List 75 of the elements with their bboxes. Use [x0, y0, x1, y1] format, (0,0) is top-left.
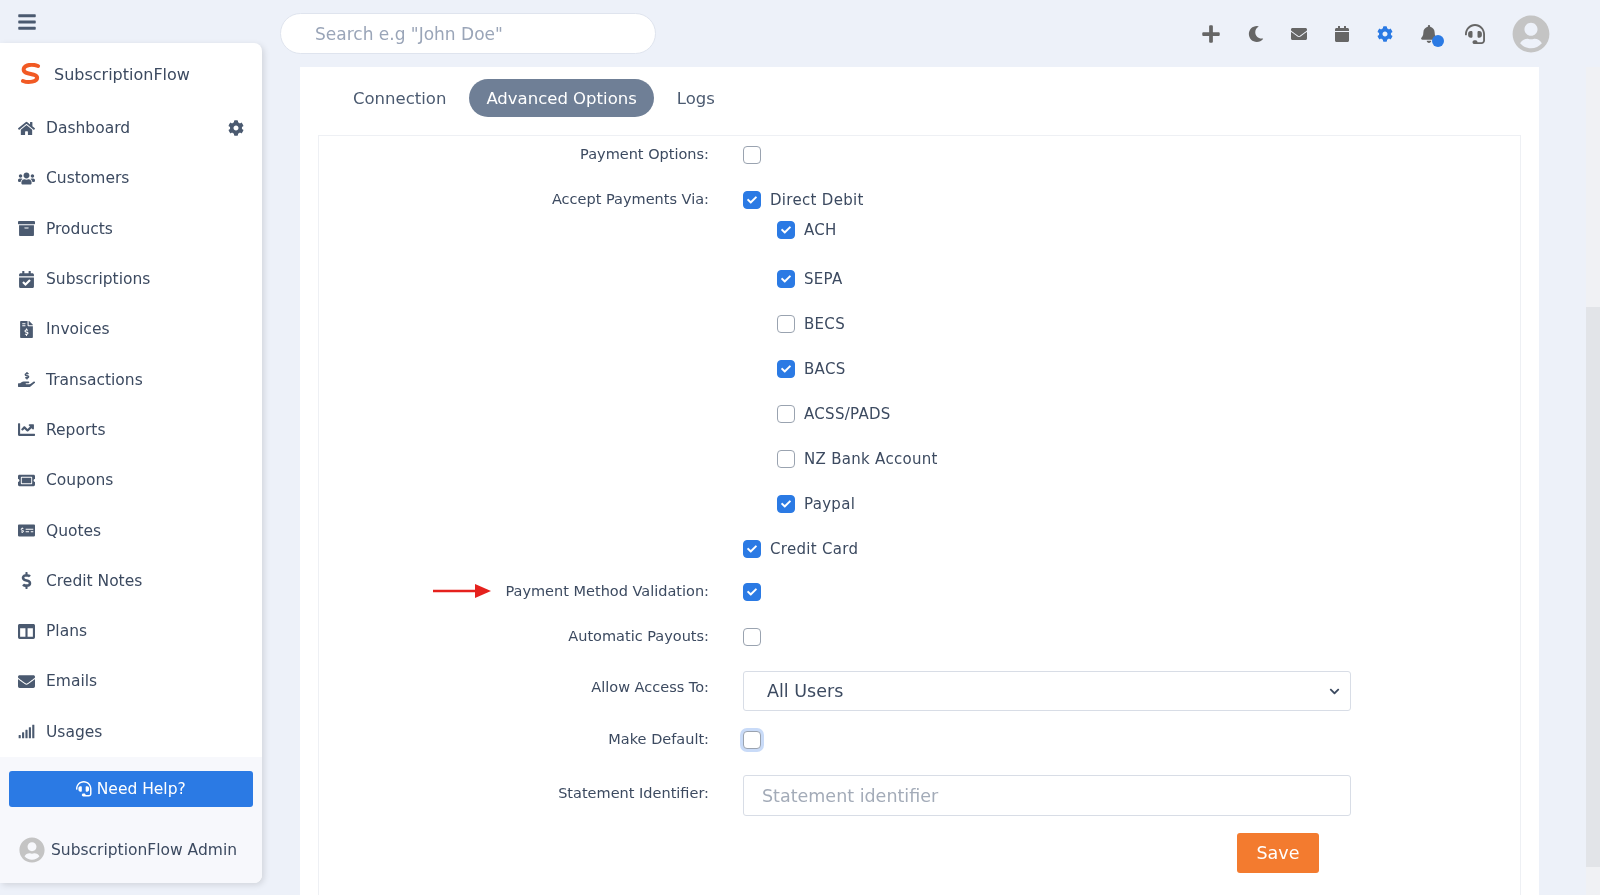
- field-label: Accept Payments Via:: [551, 191, 709, 207]
- field-label: Automatic Payouts:: [568, 628, 709, 644]
- checkbox[interactable]: [777, 221, 795, 239]
- sidebar-item[interactable]: Plans: [0, 605, 262, 657]
- envelope-icon: [18, 672, 38, 690]
- box-icon: [18, 220, 38, 238]
- field-label: Allow Access To:: [591, 679, 709, 695]
- sidebar-item[interactable]: Reports: [0, 404, 262, 456]
- tab[interactable]: Logs: [659, 79, 732, 117]
- tab[interactable]: Connection: [336, 79, 464, 117]
- checkbox-label: Direct Debit: [770, 191, 864, 209]
- check-icon: [747, 195, 757, 205]
- bell-icon[interactable]: [1420, 24, 1438, 43]
- tab[interactable]: Advanced Options: [469, 79, 654, 117]
- search-field[interactable]: Search e.g "John Doe": [280, 13, 656, 54]
- checkbox-label: BECS: [804, 314, 845, 333]
- check-icon: [747, 587, 757, 597]
- card-icon: [18, 522, 38, 539]
- checkbox[interactable]: [743, 191, 761, 209]
- sidebar-item[interactable]: Subscriptions: [0, 253, 262, 305]
- checkbox[interactable]: [777, 494, 795, 513]
- avatar-icon: [19, 837, 45, 863]
- checkbox[interactable]: [743, 146, 761, 164]
- sidebar-item[interactable]: Invoices: [0, 304, 262, 355]
- checkbox[interactable]: [743, 628, 761, 646]
- need-help-button[interactable]: Need Help?: [9, 771, 253, 807]
- checkbox-label: ACH: [804, 221, 837, 239]
- sidebar-item[interactable]: Dashboard: [0, 103, 262, 154]
- check-icon: [781, 498, 791, 509]
- access-select[interactable]: All Users: [743, 671, 1351, 711]
- field-label: Make Default:: [608, 731, 709, 747]
- settings-icon[interactable]: [228, 120, 244, 137]
- checkbox[interactable]: [743, 540, 761, 558]
- checkbox-label: SEPA: [804, 269, 843, 288]
- check-icon: [747, 544, 757, 554]
- sidebar-item[interactable]: Coupons: [0, 455, 262, 506]
- sidebar-item[interactable]: Emails: [0, 656, 262, 707]
- field-label: Payment Options:: [580, 146, 709, 162]
- brand-name: SubscriptionFlow: [54, 64, 190, 84]
- checkbox[interactable]: [777, 449, 795, 468]
- check-icon: [781, 273, 791, 284]
- plus-icon[interactable]: [1201, 23, 1221, 44]
- mail-icon[interactable]: [1291, 25, 1307, 42]
- user-name: SubscriptionFlow Admin: [51, 841, 237, 859]
- house-icon: [18, 119, 38, 137]
- sidebar-item[interactable]: Customers: [0, 153, 262, 204]
- line-chart-icon: [18, 421, 38, 439]
- field-label: Payment Method Validation:: [505, 583, 709, 599]
- headset-icon[interactable]: [1465, 23, 1485, 44]
- checkbox-label: Credit Card: [770, 540, 859, 558]
- checkbox[interactable]: [777, 314, 795, 333]
- settings-icon[interactable]: [1377, 25, 1393, 42]
- check-icon: [781, 363, 791, 374]
- calendar-icon[interactable]: [1334, 25, 1350, 42]
- statement-identifier-field[interactable]: Statement identifier: [743, 775, 1351, 816]
- checkbox[interactable]: [743, 583, 761, 601]
- check-icon: [781, 225, 791, 235]
- sidebar-item[interactable]: Quotes: [0, 505, 262, 556]
- checkbox-label: Paypal: [804, 494, 856, 513]
- sidebar-item[interactable]: Products: [0, 203, 262, 254]
- headset-icon: [76, 781, 92, 797]
- menu-icon[interactable]: [17, 11, 37, 32]
- checkbox-label: BACS: [804, 359, 846, 378]
- checkbox[interactable]: [777, 269, 795, 288]
- checkbox-label: NZ Bank Account: [804, 449, 938, 468]
- sidebar-item[interactable]: Transactions: [0, 354, 262, 405]
- checkbox[interactable]: [777, 404, 795, 423]
- hand-coin-icon: [18, 371, 38, 389]
- checkbox-label: ACSS/PADS: [804, 404, 891, 423]
- moon-icon[interactable]: [1248, 25, 1264, 42]
- field-label: Statement Identifier:: [558, 785, 709, 801]
- columns-icon: [18, 622, 38, 640]
- sidebar-item[interactable]: Credit Notes: [0, 555, 262, 606]
- sidebar-item[interactable]: Usages: [0, 706, 262, 757]
- checkbox[interactable]: [777, 359, 795, 378]
